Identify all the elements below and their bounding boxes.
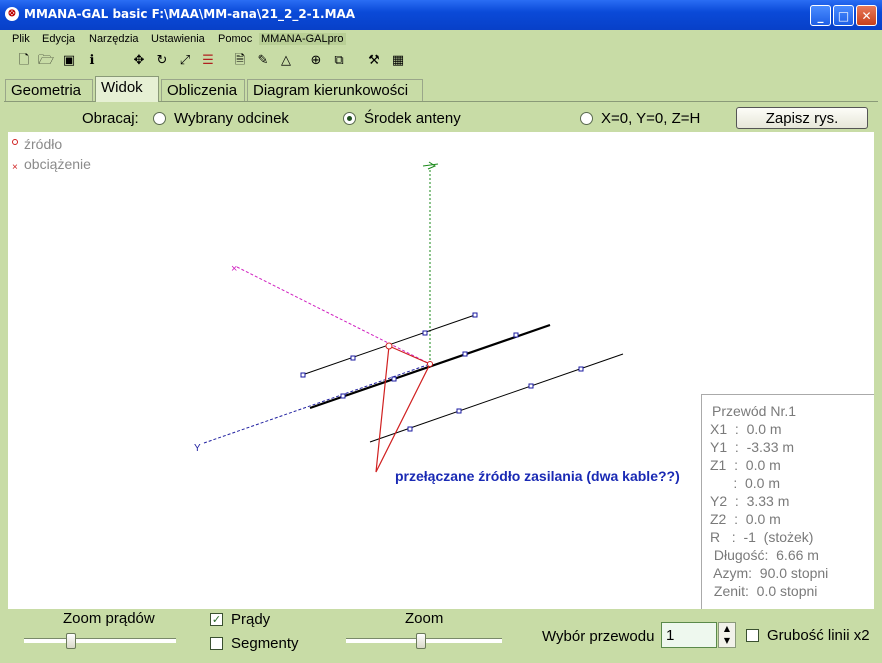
list-icon[interactable]: ☰ (200, 53, 216, 69)
currents-label[interactable]: Prądy (231, 611, 270, 628)
info-x1: X1 : 0.0 m (710, 421, 782, 437)
info-y1: Y1 : -3.33 m (710, 439, 795, 455)
segment-marker (391, 376, 397, 382)
segment-marker (513, 332, 519, 338)
zoom-currents-thumb[interactable] (66, 633, 76, 649)
zoom-icon[interactable]: ⤢ (177, 53, 193, 69)
zoom-thumb[interactable] (416, 633, 426, 649)
title-bar[interactable]: ⊗ MMANA-GAL basic F:\MAA\MM-ana\21_2_2-1… (0, 0, 882, 30)
radio-origin[interactable] (580, 112, 593, 125)
legend-source-label: źródło (24, 136, 63, 152)
segment-markers (300, 312, 584, 432)
segment-marker (300, 372, 306, 378)
zoom-currents-label: Zoom prądów (63, 610, 155, 627)
rotate-label: Obracaj: (82, 110, 139, 127)
radio-antenna-center[interactable] (343, 112, 356, 125)
copy-icon[interactable]: ⧉ (331, 53, 347, 69)
segment-marker (456, 408, 462, 414)
close-button[interactable]: ✕ (856, 5, 877, 26)
segment-marker (578, 366, 584, 372)
radio-antenna-center-label[interactable]: Środek anteny (364, 110, 461, 127)
segments-label[interactable]: Segmenty (231, 635, 299, 652)
minimize-button[interactable]: _ (810, 5, 831, 26)
info-title: Przewód Nr.1 (712, 403, 797, 419)
info-icon[interactable]: ℹ (84, 53, 100, 69)
menu-bar: Plik Edycja Narzędzia Ustawienia Pomoc M… (0, 30, 882, 50)
source-marker-icon (12, 139, 18, 145)
segment-marker (462, 351, 468, 357)
menu-narzedzia[interactable]: Narzędzia (89, 33, 139, 45)
info-zenith: Zenit: 0.0 stopni (710, 583, 818, 599)
source-point-icon (385, 342, 393, 350)
toolbar: 🗋 🗁 ▣ ℹ ✥ ↻ ⤢ ☰ 🗎 ✎ △ ⊕ ⧉ ⚒ ▦ (0, 50, 882, 74)
x-axis (236, 266, 431, 365)
menu-ustawienia[interactable]: Ustawienia (151, 33, 205, 45)
wire-info-panel: Przewód Nr.1 X1 : 0.0 m Y1 : -3.33 m Z1 … (701, 394, 874, 609)
zoom-currents-track[interactable] (24, 638, 176, 643)
segment-marker (422, 330, 428, 336)
move-icon[interactable]: ✥ (131, 53, 147, 69)
save-image-button[interactable]: Zapisz rys. (736, 107, 868, 129)
source-point-icon (427, 361, 433, 367)
y-axis-label: Y (194, 443, 201, 454)
tab-geometria[interactable]: Geometria (5, 79, 93, 101)
calculator-icon[interactable]: ▦ (390, 53, 406, 69)
currents-checkbox[interactable]: ✓ (210, 613, 223, 626)
tools-icon[interactable]: ⚒ (366, 53, 382, 69)
radio-selected-segment[interactable] (153, 112, 166, 125)
info-radius: R : -1 (stożek) (710, 529, 814, 545)
info-length: Długość: 6.66 m (710, 547, 819, 563)
eraser-icon[interactable]: ✎ (255, 53, 271, 69)
tab-widok[interactable]: Widok (95, 76, 159, 102)
x-axis-marker-icon: × (231, 263, 237, 275)
app-icon: ⊗ (5, 7, 19, 21)
segment-marker (350, 355, 356, 361)
wire-select-label: Wybór przewodu (542, 628, 655, 645)
new-file-icon[interactable]: 🗋 (16, 53, 32, 69)
view-annotation: przełączane źródło zasilania (dwa kable?… (395, 468, 680, 484)
radio-selected-segment-label[interactable]: Wybrany odcinek (174, 110, 289, 127)
maximize-button[interactable]: □ (833, 5, 854, 26)
legend-load-label: obciążenie (24, 156, 91, 172)
segment-marker (407, 426, 413, 432)
feed-lines (375, 345, 431, 473)
window-title: MMANA-GAL basic F:\MAA\MM-ana\21_2_2-1.M… (24, 7, 356, 21)
info-x2: : 0.0 m (710, 475, 781, 491)
info-z1: Z1 : 0.0 m (710, 457, 781, 473)
wire-select-input[interactable]: 1 (661, 622, 717, 648)
menu-edycja[interactable]: Edycja (42, 33, 75, 45)
spin-down-icon[interactable]: ▼ (719, 635, 735, 647)
info-azimuth: Azym: 90.0 stopni (710, 565, 829, 581)
thick-lines-label[interactable]: Grubość linii x2 (767, 627, 870, 644)
target-icon[interactable]: ⊕ (308, 53, 324, 69)
radio-origin-label[interactable]: X=0, Y=0, Z=H (601, 110, 700, 127)
menu-mmana-galpro[interactable]: MMANA-GALpro (259, 33, 346, 45)
thick-lines-checkbox[interactable] (746, 629, 759, 642)
rotate-icon[interactable]: ↻ (154, 53, 170, 69)
load-marker-icon: × (12, 162, 18, 173)
info-y2: Y2 : 3.33 m (710, 493, 790, 509)
z-axis-arrow-icon (422, 161, 439, 170)
segment-marker (340, 393, 346, 399)
save-icon[interactable]: ▣ (61, 53, 77, 69)
open-folder-icon[interactable]: 🗁 (38, 53, 54, 69)
page-icon[interactable]: 🗎 (232, 53, 248, 69)
menu-pomoc[interactable]: Pomoc (218, 33, 252, 45)
tab-diagram[interactable]: Diagram kierunkowości (247, 79, 423, 101)
spin-up-icon[interactable]: ▲ (719, 623, 735, 635)
tab-obliczenia[interactable]: Obliczenia (161, 79, 245, 101)
wire-select-spinner[interactable]: ▲ ▼ (718, 622, 736, 648)
triangle-icon[interactable]: △ (278, 53, 294, 69)
info-z2: Z2 : 0.0 m (710, 511, 781, 527)
segment-marker (472, 312, 478, 318)
segment-marker (528, 383, 534, 389)
menu-plik[interactable]: Plik (12, 33, 30, 45)
segments-checkbox[interactable] (210, 637, 223, 650)
zoom-label: Zoom (405, 610, 444, 627)
